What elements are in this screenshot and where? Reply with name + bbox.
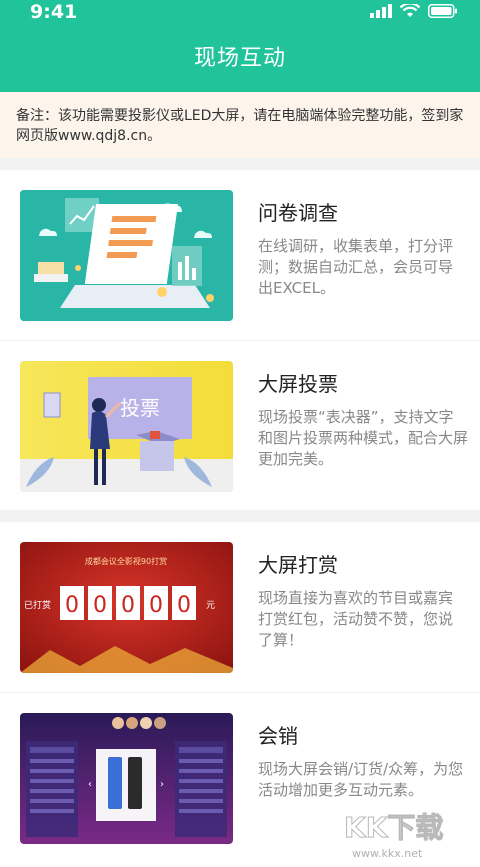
- reward-right-label: 元: [206, 601, 215, 611]
- card-desc-line: 出EXCEL。: [258, 279, 335, 297]
- wifi-icon: [400, 4, 420, 17]
- reward-left-label: 已打赏: [24, 599, 51, 611]
- vote-illustration: 投票: [20, 361, 233, 492]
- notice-line: 网页版www.qdj8.cn。: [16, 128, 162, 144]
- notice-text: 备注：该功能需要投影仪或LED大屏，请在电脑端体验完整功能，签到家 网页版www…: [16, 106, 480, 146]
- status-icons: [370, 4, 458, 18]
- card-desc-line: 打赏红包，活动赞不赞，您说: [258, 610, 454, 628]
- card-desc-line: 测；数据自动汇总，会员可导: [258, 258, 454, 276]
- card-title: 大屏打赏: [258, 553, 338, 577]
- card-desc-line: 和图片投票两种模式，配合大屏: [258, 429, 469, 447]
- page-title: 现场互动: [193, 46, 286, 71]
- watermark-brand: KK下载: [344, 811, 443, 844]
- notice-line: 备注：该功能需要投影仪或LED大屏，请在电脑端体验完整功能，签到家: [16, 108, 464, 124]
- reward-digit: 0: [149, 593, 163, 618]
- card-desc-line: 更加完美。: [258, 450, 334, 468]
- reward-digit: 0: [121, 593, 135, 618]
- status-time: 9:41: [30, 1, 78, 23]
- signal-icon: [370, 4, 392, 18]
- reward-digit: 0: [65, 593, 79, 618]
- watermark-url: www.kkx.net: [352, 847, 423, 860]
- card-desc-line: 了算！: [258, 631, 304, 649]
- card-title: 会销: [258, 724, 298, 748]
- kkx-watermark: KK下载 www.kkx.net: [344, 811, 444, 861]
- card-desc-line: 现场直接为喜欢的节目或嘉宾: [258, 589, 454, 607]
- card-title: 大屏投票: [258, 372, 338, 396]
- status-bar: 9:41: [0, 0, 480, 26]
- prev-arrow-icon: ‹: [88, 779, 92, 790]
- vote-card[interactable]: 投票 大屏投票 现场投票“表决器”，支持文字 和图片投票两种模式，配合大屏 更加…: [0, 341, 480, 510]
- app-header: 9:41 现场互动: [0, 0, 480, 92]
- reward-card[interactable]: 成都会议全影视90打赏 已打赏 元 0 0 0 0 0 大屏打赏 现场直接为喜欢…: [0, 522, 480, 692]
- reward-illustration: 成都会议全影视90打赏 已打赏 元 0 0 0 0 0: [20, 542, 233, 673]
- battery-icon: [428, 4, 457, 18]
- survey-card[interactable]: 问卷调查 在线调研，收集表单，打分评 测；数据自动汇总，会员可导 出EXCEL。: [0, 170, 480, 340]
- reward-digit: 0: [93, 593, 107, 618]
- card-desc-line: 现场投票“表决器”，支持文字: [258, 408, 454, 426]
- survey-illustration: [20, 190, 233, 321]
- card-title: 问卷调查: [258, 201, 338, 225]
- card-description: 现场大屏会销/订货/众筹，为您 活动增加更多互动元素。: [258, 759, 480, 801]
- notice-banner: 备注：该功能需要投影仪或LED大屏，请在电脑端体验完整功能，签到家 网页版www…: [0, 92, 480, 158]
- card-description: 现场直接为喜欢的节目或嘉宾 打赏红包，活动赞不赞，您说 了算！: [258, 588, 480, 651]
- card-desc-line: 在线调研，收集表单，打分评: [258, 237, 454, 255]
- card-desc-line: 活动增加更多互动元素。: [258, 781, 424, 799]
- card-desc-line: 现场大屏会销/订货/众筹，为您: [258, 760, 464, 778]
- card-description: 在线调研，收集表单，打分评 测；数据自动汇总，会员可导 出EXCEL。: [258, 236, 480, 299]
- reward-digit: 0: [177, 593, 191, 618]
- sales-illustration: ‹ ›: [20, 713, 233, 844]
- next-arrow-icon: ›: [160, 779, 164, 790]
- reward-top-text: 成都会议全影视90打赏: [85, 556, 167, 566]
- card-description: 现场投票“表决器”，支持文字 和图片投票两种模式，配合大屏 更加完美。: [258, 407, 480, 470]
- vote-screen-label: 投票: [120, 396, 160, 420]
